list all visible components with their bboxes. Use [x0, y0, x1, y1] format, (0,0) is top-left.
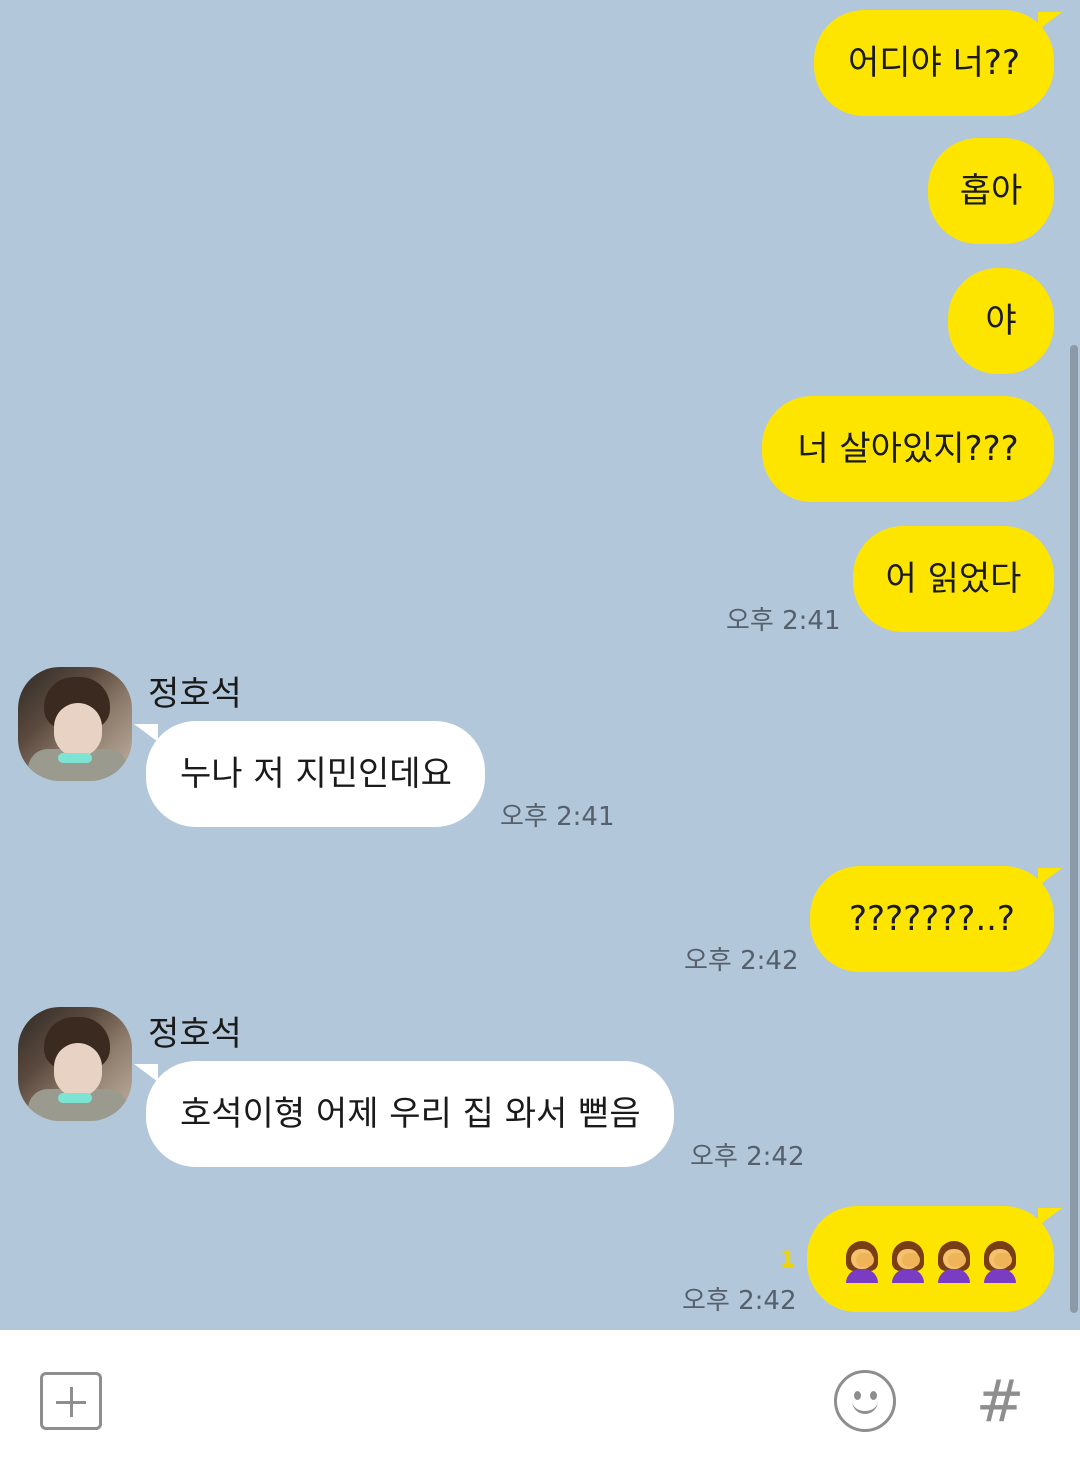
scrollbar[interactable] — [1070, 345, 1078, 1313]
sender-name[interactable]: 정호석 — [148, 666, 242, 715]
my-message-bubble[interactable]: 너 살아있지??? — [762, 396, 1054, 502]
avatar-face — [54, 703, 102, 757]
my-message-bubble[interactable]: 야 — [948, 268, 1054, 374]
woman-facepalming-emoji — [888, 1239, 928, 1283]
my-message-bubble[interactable]: 어디야 너?? — [814, 10, 1054, 116]
bubble-tail — [134, 1064, 158, 1082]
their-message-bubble[interactable]: 호석이형 어제 우리 집 와서 뻗음 — [146, 1061, 674, 1167]
message-time: 오후 2:42 — [690, 1142, 805, 1172]
my-message-bubble[interactable]: ???????..? — [810, 866, 1054, 972]
profile-avatar[interactable] — [18, 667, 132, 781]
woman-facepalming-emoji — [934, 1239, 974, 1283]
my-message-bubble[interactable] — [807, 1206, 1054, 1312]
message-time: 오후 2:41 — [500, 802, 615, 832]
bubble-tail — [1038, 1208, 1062, 1226]
input-bar: # — [0, 1330, 1080, 1474]
avatar-collar — [58, 1093, 92, 1103]
bubble-tail — [1038, 12, 1062, 30]
bubble-tail — [1038, 868, 1062, 886]
chat-area[interactable]: 어디야 너?? 홉아 야 너 살아있지??? 오후 2:41 어 읽었다 정호석… — [0, 0, 1080, 1330]
their-message-bubble[interactable]: 누나 저 지민인데요 — [146, 721, 485, 827]
plus-square-icon[interactable] — [40, 1372, 102, 1430]
smiley-mouth — [852, 1397, 878, 1414]
woman-facepalming-emoji — [842, 1239, 882, 1283]
message-time: 오후 2:42 — [682, 1286, 797, 1316]
message-time: 오후 2:41 — [726, 606, 841, 636]
my-message-bubble[interactable]: 홉아 — [928, 138, 1054, 244]
bubble-tail — [134, 724, 158, 742]
avatar-collar — [58, 753, 92, 763]
message-time: 오후 2:42 — [684, 946, 799, 976]
smiley-icon[interactable] — [834, 1370, 896, 1432]
woman-facepalming-emoji — [980, 1239, 1020, 1283]
unread-count: 1 — [780, 1248, 796, 1273]
hashtag-icon[interactable]: # — [970, 1368, 1030, 1434]
sender-name[interactable]: 정호석 — [148, 1006, 242, 1055]
my-message-bubble[interactable]: 어 읽었다 — [853, 526, 1054, 632]
avatar-face — [54, 1043, 102, 1097]
profile-avatar[interactable] — [18, 1007, 132, 1121]
